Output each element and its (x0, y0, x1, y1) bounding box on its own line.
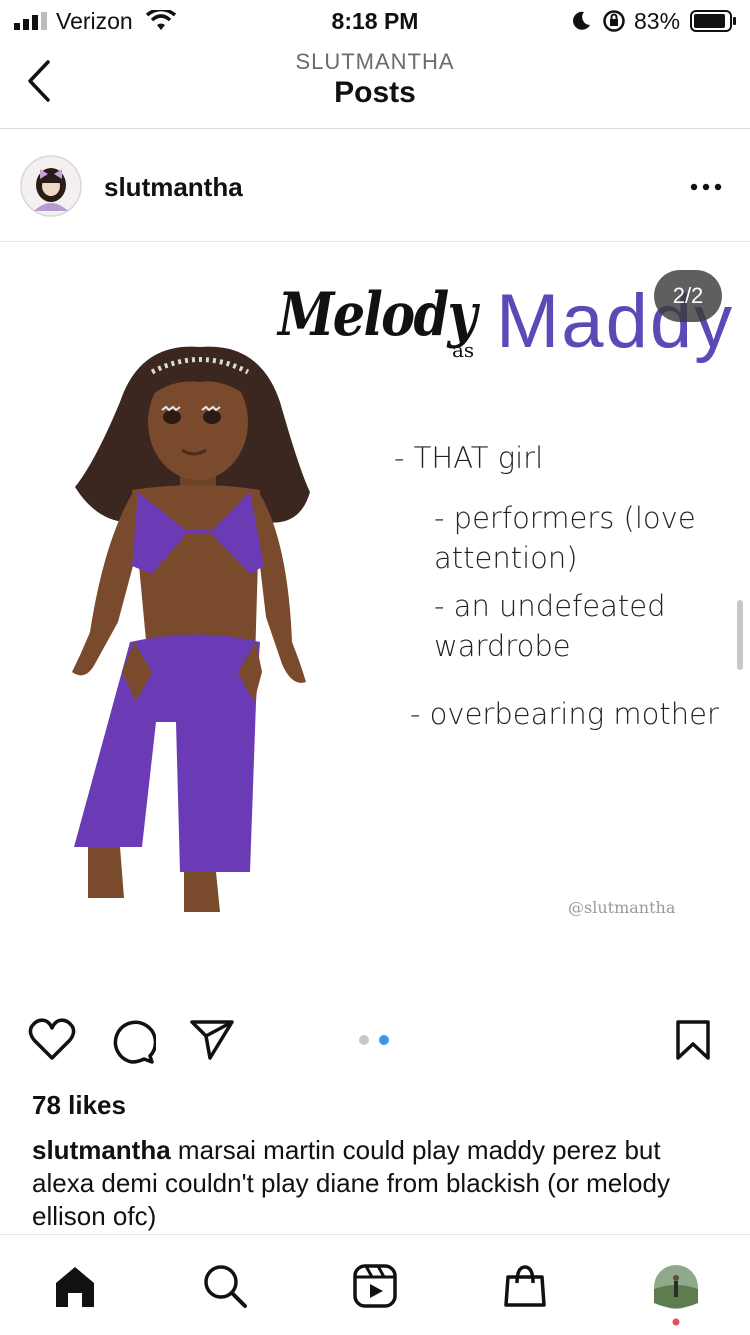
bottom-tab-bar (0, 1234, 750, 1335)
battery-percent: 83% (634, 8, 681, 34)
post-username[interactable]: slutmantha (104, 172, 243, 203)
image-counter-badge: 2/2 (654, 270, 722, 322)
graphic-bullet-wardrobe: - an undefeated (434, 589, 666, 623)
graphic-title-melody: Melody (278, 280, 477, 350)
caption: slutmantha marsai martin could play madd… (32, 1134, 722, 1233)
header: SLUTMANTHA Posts (0, 40, 750, 129)
post-header: slutmantha (0, 128, 750, 242)
moon-icon (573, 11, 590, 30)
avatar[interactable] (20, 155, 82, 217)
graphic-watermark: @slutmantha (568, 898, 676, 917)
notification-dot (672, 1318, 680, 1326)
scrollbar[interactable] (737, 600, 743, 670)
share-icon[interactable] (188, 1018, 236, 1062)
post-image[interactable]: Melody as Maddy 2/2 - THAT girl - perfor… (0, 242, 750, 987)
caption-username[interactable]: slutmantha (32, 1135, 171, 1165)
shop-icon[interactable] (502, 1263, 548, 1309)
graphic-bullet-performers: - performers (love (434, 501, 696, 535)
status-bar: Verizon 8:18 PM 83% (0, 0, 750, 40)
likes-count[interactable]: 78 likes (32, 1090, 126, 1121)
header-title: Posts (334, 76, 416, 109)
header-subtitle: SLUTMANTHA (295, 49, 455, 74)
reels-icon[interactable] (352, 1263, 398, 1309)
graphic-bullet-that-girl: - THAT girl (394, 441, 544, 475)
doll-illustration (72, 346, 310, 912)
profile-avatar[interactable] (652, 1263, 700, 1311)
graphic-bullet-mother: - overbearing mother (410, 697, 719, 731)
rotation-lock-icon (603, 10, 625, 32)
graphic-bullet-wardrobe-cont: wardrobe (434, 629, 571, 663)
carousel-dots (359, 1035, 389, 1045)
search-icon[interactable] (202, 1263, 248, 1309)
more-options-icon[interactable] (690, 183, 722, 191)
bookmark-icon[interactable] (674, 1018, 712, 1062)
graphic-title-as: as (452, 338, 475, 362)
heart-icon[interactable] (28, 1018, 76, 1062)
battery-icon (690, 10, 736, 32)
home-icon[interactable] (52, 1263, 98, 1309)
post-actions (0, 1000, 750, 1080)
comment-icon[interactable] (108, 1018, 156, 1064)
graphic-bullet-performers-cont: attention) (434, 541, 578, 575)
